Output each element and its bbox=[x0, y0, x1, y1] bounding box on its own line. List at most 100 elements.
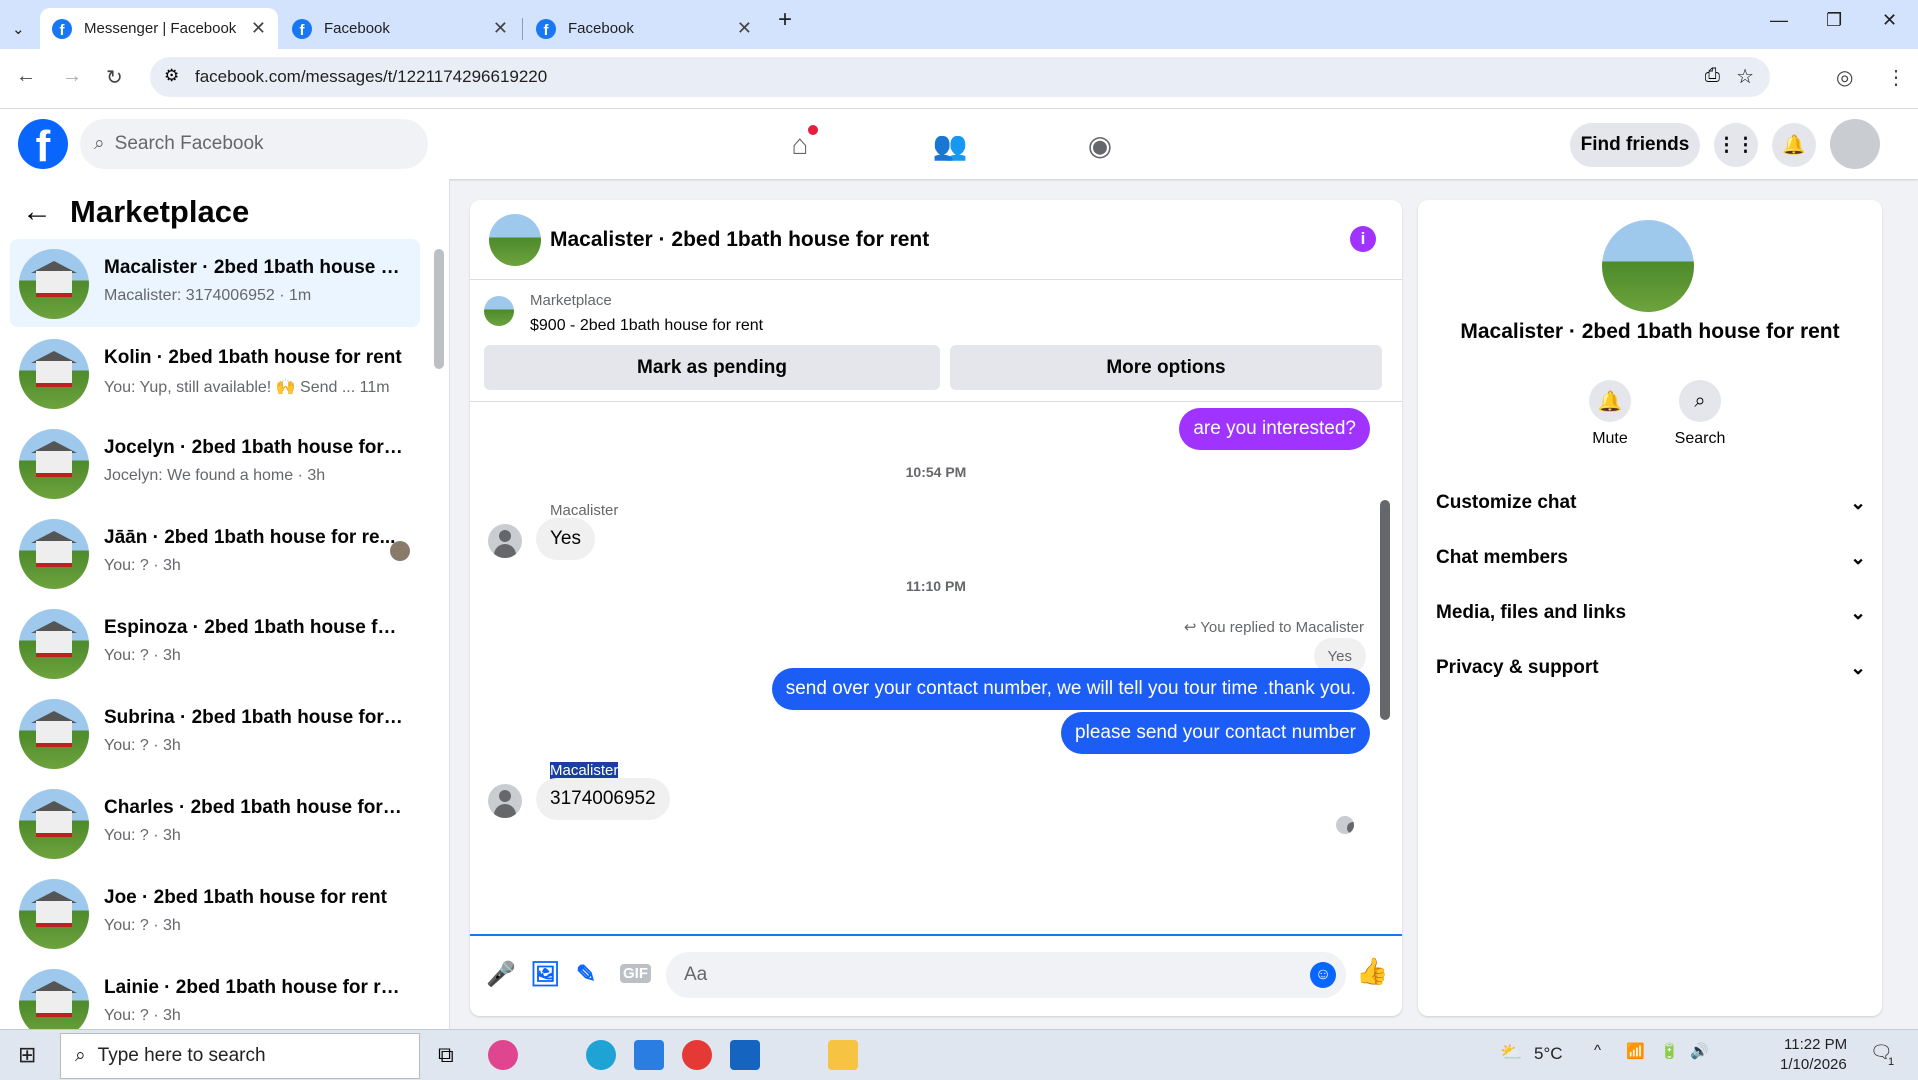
show-hidden-icons[interactable]: ^ bbox=[1594, 1042, 1601, 1059]
store-icon[interactable] bbox=[634, 1040, 664, 1070]
conversation-item[interactable]: Kolin · 2bed 1bath house for rent You: Y… bbox=[10, 329, 420, 417]
battery-icon[interactable]: 🔋 bbox=[1660, 1042, 1679, 1060]
facebook-favicon-icon: f bbox=[52, 18, 72, 39]
outgoing-message[interactable]: are you interested? bbox=[1179, 408, 1370, 450]
message-input[interactable]: Aa ☺ bbox=[666, 952, 1346, 998]
notifications-bell-icon[interactable]: 🔔 bbox=[1772, 123, 1816, 167]
forward-arrow-icon[interactable]: → bbox=[62, 65, 82, 88]
chat-avatar[interactable] bbox=[489, 214, 541, 266]
conversation-preview: You: ? · 3h bbox=[104, 737, 181, 754]
omnibox[interactable]: ⚙ facebook.com/messages/t/12211742966192… bbox=[150, 57, 1770, 97]
conversation-item[interactable]: Macalister · 2bed 1bath house fo... Maca… bbox=[10, 239, 420, 327]
chat-header: Macalister · 2bed 1bath house for rent i bbox=[470, 200, 1402, 280]
clock-time[interactable]: 11:22 PM bbox=[1784, 1036, 1847, 1053]
bookmark-star-icon[interactable]: ☆ bbox=[1736, 64, 1754, 89]
site-settings-icon[interactable]: ⚙ bbox=[164, 66, 179, 86]
close-window-button[interactable]: ✕ bbox=[1882, 10, 1897, 31]
sender-avatar[interactable] bbox=[488, 524, 522, 558]
conversation-item[interactable]: Joe · 2bed 1bath house for rent You: ? ·… bbox=[10, 869, 420, 957]
new-tab-button[interactable]: + bbox=[778, 6, 792, 34]
outlook-icon[interactable] bbox=[730, 1040, 760, 1070]
outgoing-message[interactable]: please send your contact number bbox=[1061, 712, 1370, 754]
mark-as-pending-button[interactable]: Mark as pending bbox=[484, 345, 940, 390]
back-arrow-icon[interactable]: ← bbox=[22, 195, 52, 229]
incoming-message[interactable]: Yes bbox=[536, 518, 595, 560]
windows-taskbar: ⊞ ⌕ Type here to search ⧉ ⛅ 5°C ^ 📶 🔋 🔊 … bbox=[0, 1029, 1918, 1080]
tab-messenger[interactable]: f Messenger | Facebook ✕ bbox=[40, 8, 278, 49]
kebab-menu-icon[interactable]: ⋮ bbox=[1886, 65, 1906, 90]
search-chat-button[interactable]: ⌕ Search bbox=[1660, 380, 1740, 448]
file-explorer-icon[interactable] bbox=[828, 1040, 858, 1070]
search-facebook-input[interactable]: ⌕ Search Facebook bbox=[80, 119, 428, 169]
tab-title: Facebook bbox=[324, 20, 390, 37]
outgoing-message[interactable]: send over your contact number, we will t… bbox=[771, 668, 1370, 710]
taskbar-search-input[interactable]: ⌕ Type here to search bbox=[60, 1033, 420, 1079]
listing-thumbnail[interactable] bbox=[484, 296, 514, 326]
tab-search-dropdown[interactable]: ⌄ bbox=[0, 8, 40, 49]
privacy-support-row[interactable]: Privacy & support ⌄ bbox=[1436, 657, 1866, 680]
windows-start-icon[interactable]: ⊞ bbox=[18, 1042, 36, 1068]
info-icon[interactable]: i bbox=[1350, 226, 1376, 252]
chat-title[interactable]: Macalister · 2bed 1bath house for rent bbox=[550, 228, 929, 252]
thumbs-up-icon[interactable]: 👍 bbox=[1356, 956, 1388, 987]
photo-icon[interactable]: 🖼 bbox=[530, 960, 560, 989]
search-icon: ⌕ bbox=[75, 1045, 86, 1066]
chat-scrollbar[interactable] bbox=[1380, 500, 1390, 720]
incoming-message[interactable]: 3174006952 bbox=[536, 778, 670, 820]
details-avatar[interactable] bbox=[1602, 220, 1694, 312]
sidebar-title: Marketplace bbox=[70, 194, 250, 229]
sidebar-scrollbar[interactable] bbox=[434, 249, 444, 369]
back-arrow-icon[interactable]: ← bbox=[16, 65, 36, 88]
sender-avatar[interactable] bbox=[488, 784, 522, 818]
clock-date[interactable]: 1/10/2026 bbox=[1780, 1056, 1847, 1073]
install-app-icon[interactable]: ⎙ bbox=[1705, 65, 1720, 87]
emoji-icon[interactable]: ☺ bbox=[1310, 962, 1336, 988]
close-tab-icon[interactable]: ✕ bbox=[251, 18, 266, 39]
tab-facebook-1[interactable]: f Facebook ✕ bbox=[280, 8, 520, 49]
close-tab-icon[interactable]: ✕ bbox=[737, 18, 752, 39]
minimize-button[interactable]: — bbox=[1770, 10, 1788, 31]
conversation-item[interactable]: Lainie · 2bed 1bath house for rent You: … bbox=[10, 959, 420, 1029]
facebook-logo[interactable]: f bbox=[18, 119, 68, 169]
customize-chat-row[interactable]: Customize chat ⌄ bbox=[1436, 492, 1866, 515]
listing-price-title[interactable]: $900 - 2bed 1bath house for rent bbox=[530, 317, 763, 335]
menu-grid-icon[interactable]: ⋮⋮ bbox=[1714, 123, 1758, 167]
gif-icon[interactable]: GIF bbox=[620, 964, 651, 983]
sender-name: Macalister bbox=[550, 762, 619, 779]
chrome-icon[interactable] bbox=[682, 1040, 712, 1070]
conversation-preview: You: ? · 3h bbox=[104, 557, 181, 574]
tab-facebook-2[interactable]: f Facebook ✕ bbox=[524, 8, 764, 49]
groups-icon[interactable]: ◉ bbox=[1078, 123, 1122, 167]
conversation-item[interactable]: Espinoza · 2bed 1bath house for ... You:… bbox=[10, 599, 420, 687]
conversation-item[interactable]: Charles · 2bed 1bath house for r... You:… bbox=[10, 779, 420, 867]
bell-icon: 🔔 bbox=[1589, 380, 1631, 422]
profile-icon[interactable]: ◎ bbox=[1836, 65, 1853, 90]
url-text[interactable]: facebook.com/messages/t/1221174296619220 bbox=[195, 67, 547, 87]
home-icon[interactable]: ⌂ bbox=[778, 123, 822, 167]
reply-arrow-icon: ↩ bbox=[1183, 619, 1201, 636]
chat-members-row[interactable]: Chat members ⌄ bbox=[1436, 547, 1866, 570]
media-files-links-row[interactable]: Media, files and links ⌄ bbox=[1436, 602, 1866, 625]
weather-icon[interactable]: ⛅ bbox=[1500, 1042, 1522, 1063]
conversation-item[interactable]: Subrina · 2bed 1bath house for r... You:… bbox=[10, 689, 420, 777]
edge-icon[interactable] bbox=[586, 1040, 616, 1070]
weather-temperature[interactable]: 5°C bbox=[1534, 1044, 1563, 1064]
volume-icon[interactable]: 🔊 bbox=[1690, 1042, 1709, 1060]
close-tab-icon[interactable]: ✕ bbox=[493, 18, 508, 39]
more-options-button[interactable]: More options bbox=[950, 345, 1382, 390]
reload-icon[interactable]: ↻ bbox=[106, 65, 123, 90]
conversation-item[interactable]: Jāān · 2bed 1bath house for re... You: ?… bbox=[10, 509, 420, 597]
account-avatar[interactable] bbox=[1830, 119, 1880, 169]
task-view-icon[interactable]: ⧉ bbox=[438, 1042, 454, 1068]
friends-icon[interactable]: 👥 bbox=[928, 123, 972, 167]
copilot-icon[interactable] bbox=[488, 1040, 518, 1070]
mute-button[interactable]: 🔔 Mute bbox=[1570, 380, 1650, 448]
sticker-icon[interactable]: ✎ bbox=[576, 960, 596, 989]
chevron-down-icon: ⌄ bbox=[1850, 603, 1866, 624]
maximize-button[interactable]: ❐ bbox=[1826, 10, 1842, 31]
microphone-icon[interactable]: 🎤 bbox=[486, 960, 516, 989]
find-friends-button[interactable]: Find friends bbox=[1570, 123, 1700, 167]
conversation-name: Subrina · 2bed 1bath house for r... bbox=[104, 707, 404, 728]
network-icon[interactable]: 📶 bbox=[1626, 1042, 1645, 1060]
conversation-item[interactable]: Jocelyn · 2bed 1bath house for r... Joce… bbox=[10, 419, 420, 507]
